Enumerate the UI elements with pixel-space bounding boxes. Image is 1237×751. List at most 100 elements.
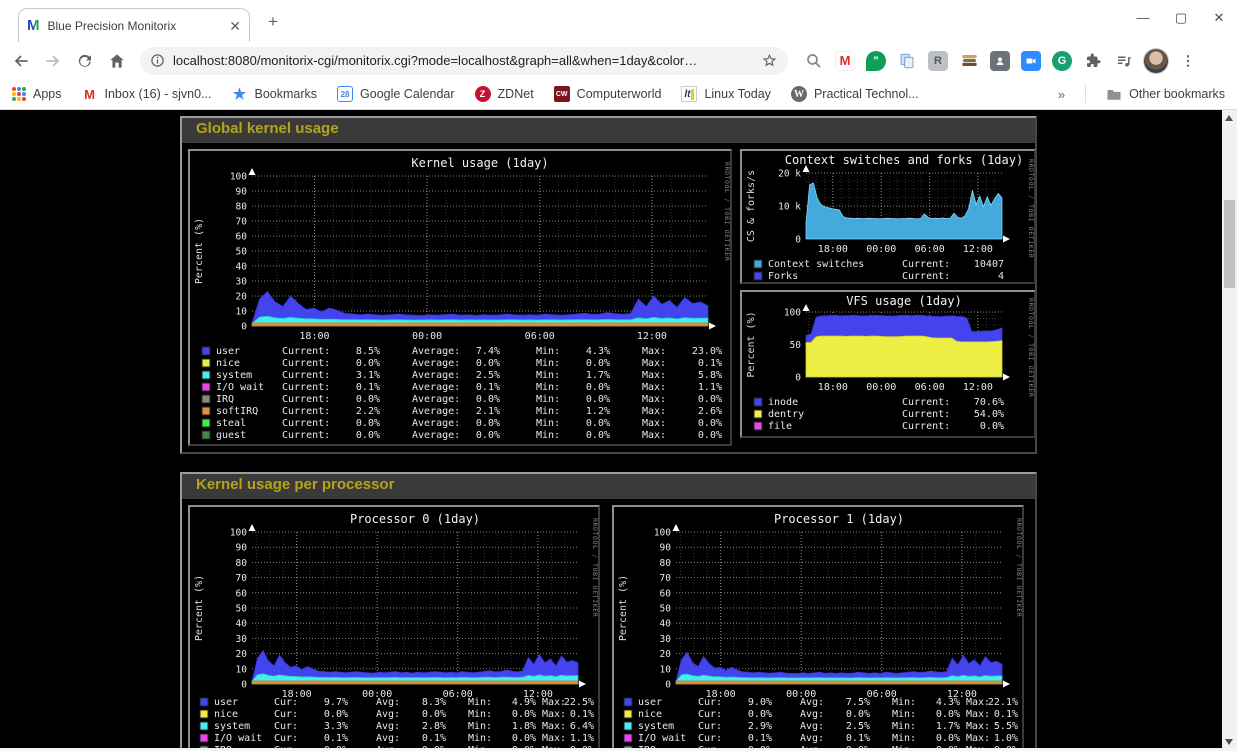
svg-text:0.0%: 0.0% bbox=[586, 418, 610, 429]
url-text[interactable]: localhost:8080/monitorix-cgi/monitorix.c… bbox=[173, 53, 753, 68]
back-icon bbox=[11, 51, 31, 71]
home-icon bbox=[107, 51, 127, 71]
browser-titlebar: M Blue Precision Monitorix ✕ + — ▢ ✕ bbox=[0, 0, 1237, 42]
other-bookmarks[interactable]: Other bookmarks bbox=[1106, 87, 1225, 101]
section-header: Global kernel usage bbox=[182, 118, 1035, 143]
svg-text:Max:: Max: bbox=[642, 382, 666, 393]
svg-text:0.0%: 0.0% bbox=[422, 709, 446, 720]
svg-text:softIRQ: softIRQ bbox=[216, 406, 258, 417]
r-extension-icon[interactable]: R bbox=[926, 49, 950, 73]
zoom-extension-icon[interactable] bbox=[1019, 49, 1043, 73]
forward-button[interactable] bbox=[38, 46, 68, 76]
page-info-icon[interactable] bbox=[150, 53, 165, 68]
hangouts-extension-icon[interactable]: ” bbox=[864, 49, 888, 73]
zdnet-icon: Z bbox=[475, 86, 491, 102]
bookmark-google-calendar[interactable]: 28 Google Calendar bbox=[337, 86, 455, 102]
processor-1-graph-box: 18:0000:0006:0012:0001020304050607080901… bbox=[612, 505, 1024, 751]
svg-text:06:00: 06:00 bbox=[915, 244, 945, 255]
bookmark-computerworld[interactable]: CW Computerworld bbox=[554, 86, 662, 102]
grammarly-extension-icon[interactable]: G bbox=[1050, 49, 1074, 73]
bookmark-linux-today[interactable]: lt Linux Today bbox=[681, 86, 771, 102]
bookmarks-overflow-chevron[interactable]: » bbox=[1058, 87, 1065, 102]
svg-text:22.1%: 22.1% bbox=[988, 697, 1018, 708]
svg-text:guest: guest bbox=[216, 430, 246, 441]
svg-text:50: 50 bbox=[790, 340, 802, 351]
browser-tab[interactable]: M Blue Precision Monitorix ✕ bbox=[18, 8, 250, 42]
home-button[interactable] bbox=[102, 46, 132, 76]
svg-text:inode: inode bbox=[768, 397, 798, 408]
svg-text:60: 60 bbox=[236, 588, 248, 599]
scrollbar-thumb[interactable] bbox=[1224, 200, 1235, 288]
bookmark-star-icon[interactable] bbox=[761, 52, 778, 69]
scrollbar-down-arrow[interactable] bbox=[1225, 739, 1233, 745]
svg-text:Cur:: Cur: bbox=[274, 721, 298, 732]
svg-text:Forks: Forks bbox=[768, 271, 798, 282]
svg-text:4.3%: 4.3% bbox=[586, 346, 610, 357]
reload-button[interactable] bbox=[70, 46, 100, 76]
window-maximize-icon[interactable]: ▢ bbox=[1173, 10, 1189, 26]
window-close-icon[interactable]: ✕ bbox=[1211, 10, 1227, 26]
svg-text:Processor 0 (1day): Processor 0 (1day) bbox=[350, 512, 480, 526]
keeper-extension-icon[interactable] bbox=[988, 49, 1012, 73]
gmail-extension-icon[interactable]: M bbox=[833, 49, 857, 73]
browser-toolbar: localhost:8080/monitorix-cgi/monitorix.c… bbox=[0, 42, 1237, 79]
svg-text:00:00: 00:00 bbox=[412, 331, 442, 342]
svg-text:1.2%: 1.2% bbox=[586, 406, 610, 417]
window-minimize-icon[interactable]: — bbox=[1135, 10, 1151, 26]
svg-text:60: 60 bbox=[236, 232, 248, 243]
svg-text:0.0%: 0.0% bbox=[356, 418, 380, 429]
copy-pages-extension-icon[interactable] bbox=[895, 49, 919, 73]
section-header: Kernel usage per processor bbox=[182, 474, 1035, 499]
svg-text:5.8%: 5.8% bbox=[698, 370, 722, 381]
bookmark-bookmarks[interactable]: ★ Bookmarks bbox=[232, 86, 318, 102]
svg-text:54.0%: 54.0% bbox=[974, 409, 1004, 420]
back-button[interactable] bbox=[6, 46, 36, 76]
svg-text:Percent (%): Percent (%) bbox=[618, 575, 629, 641]
svg-text:18:00: 18:00 bbox=[299, 331, 329, 342]
svg-text:0.0%: 0.0% bbox=[586, 382, 610, 393]
profile-avatar[interactable] bbox=[1143, 48, 1169, 74]
bookmark-zdnet[interactable]: Z ZDNet bbox=[475, 86, 534, 102]
svg-text:8.3%: 8.3% bbox=[422, 697, 446, 708]
svg-text:Cur:: Cur: bbox=[698, 721, 722, 732]
svg-text:Avg:: Avg: bbox=[376, 697, 400, 708]
svg-text:0.0%: 0.0% bbox=[586, 394, 610, 405]
svg-text:user: user bbox=[214, 697, 238, 708]
tab-close-icon[interactable]: ✕ bbox=[229, 19, 241, 33]
svg-text:0.0%: 0.0% bbox=[512, 709, 536, 720]
svg-text:RRDTOOL / TOBI OETIKER: RRDTOOL / TOBI OETIKER bbox=[591, 518, 598, 617]
processor-0-graph-box: 18:0000:0006:0012:0001020304050607080901… bbox=[188, 505, 600, 751]
books-stack-extension-icon[interactable] bbox=[957, 49, 981, 73]
svg-text:Average:: Average: bbox=[412, 346, 460, 357]
scrollbar[interactable] bbox=[1222, 110, 1237, 751]
svg-text:0.0%: 0.0% bbox=[936, 709, 960, 720]
media-queue-extension-icon[interactable] bbox=[1112, 49, 1136, 73]
linux-today-icon: lt bbox=[681, 86, 697, 102]
svg-text:10407: 10407 bbox=[974, 259, 1004, 270]
svg-text:20 k: 20 k bbox=[778, 169, 801, 180]
bookmark-practical-technology[interactable]: W Practical Technol... bbox=[791, 86, 919, 102]
svg-text:7.4%: 7.4% bbox=[476, 346, 500, 357]
address-bar[interactable]: localhost:8080/monitorix-cgi/monitorix.c… bbox=[140, 47, 788, 75]
bookmark-inbox[interactable]: M Inbox (16) - sjvn0... bbox=[82, 86, 212, 102]
svg-text:60: 60 bbox=[660, 588, 672, 599]
svg-text:system: system bbox=[638, 721, 674, 732]
svg-text:IRQ: IRQ bbox=[216, 394, 234, 405]
svg-text:Avg:: Avg: bbox=[800, 721, 824, 732]
extensions-puzzle-icon[interactable] bbox=[1081, 49, 1105, 73]
browser-menu-icon[interactable] bbox=[1176, 49, 1200, 73]
scrollbar-up-arrow[interactable] bbox=[1225, 115, 1233, 121]
svg-text:I/O wait: I/O wait bbox=[216, 382, 264, 393]
svg-text:0.0%: 0.0% bbox=[356, 358, 380, 369]
svg-text:80: 80 bbox=[236, 558, 248, 569]
search-extension-icon[interactable] bbox=[802, 49, 826, 73]
bookmark-apps[interactable]: Apps bbox=[12, 87, 62, 101]
svg-text:Min:: Min: bbox=[536, 358, 560, 369]
svg-text:nice: nice bbox=[214, 709, 238, 720]
svg-text:Average:: Average: bbox=[412, 394, 460, 405]
new-tab-button[interactable]: + bbox=[268, 12, 278, 32]
svg-text:Avg:: Avg: bbox=[376, 709, 400, 720]
svg-text:Percent (%): Percent (%) bbox=[746, 311, 757, 377]
svg-text:Min:: Min: bbox=[468, 709, 492, 720]
svg-text:RRDTOOL / TOBI OETIKER: RRDTOOL / TOBI OETIKER bbox=[723, 162, 730, 261]
